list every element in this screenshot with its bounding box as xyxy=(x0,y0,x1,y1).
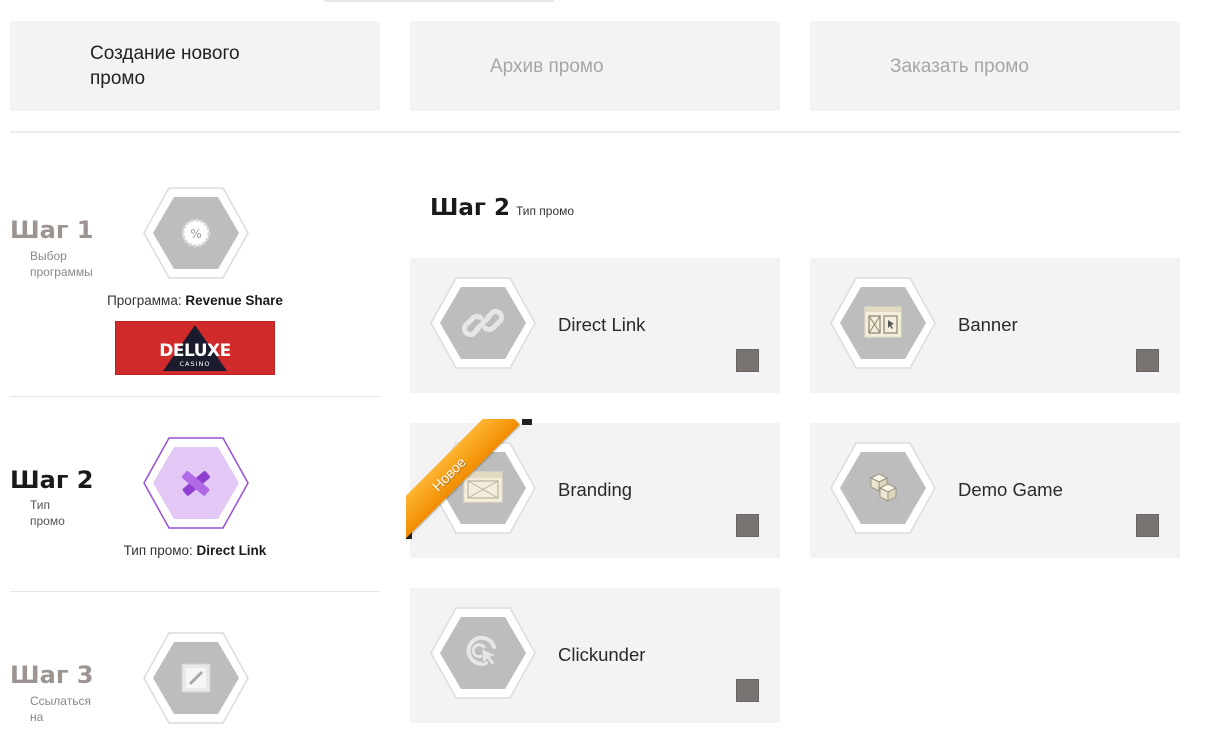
link-square-icon xyxy=(181,663,211,693)
banner-icon xyxy=(830,277,936,374)
step-1-caption: Программа: Revenue Share xyxy=(45,293,345,308)
promo-card-label: Branding xyxy=(558,479,633,500)
promo-card-checkbox[interactable] xyxy=(1136,349,1159,372)
promo-card-demo-game[interactable]: Demo Game xyxy=(810,423,1180,558)
promo-card-direct-link[interactable]: Direct Link xyxy=(410,258,780,393)
tabs-divider xyxy=(10,131,1180,133)
step-2-caption-label: Тип промо: xyxy=(123,543,193,558)
step-1-title: Шаг 1 xyxy=(10,216,94,244)
percent-badge-icon: % xyxy=(181,218,211,248)
step-2-subtitle: Тип промо xyxy=(30,498,65,528)
deluxe-casino-logo: DELUXE CASINO xyxy=(115,321,275,375)
tab-create-promo[interactable]: Создание нового промо xyxy=(10,21,380,111)
cubes-icon xyxy=(830,442,936,539)
step-2-title: Шаг 2 xyxy=(10,466,94,494)
link-icon xyxy=(430,277,536,374)
step-1-hexagon[interactable]: % xyxy=(143,187,249,279)
promo-card-checkbox[interactable] xyxy=(1136,514,1159,537)
branding-icon xyxy=(430,442,536,539)
promo-card-checkbox[interactable] xyxy=(736,349,759,372)
top-divider xyxy=(324,0,554,2)
step-2-caption-value: Direct Link xyxy=(196,543,267,558)
step-3-hexagon[interactable] xyxy=(143,632,249,724)
step-1-caption-value: Revenue Share xyxy=(185,293,283,308)
svg-text:%: % xyxy=(190,227,201,241)
step-1-subtitle: Выбор программы xyxy=(30,249,93,279)
promo-card-label: Direct Link xyxy=(558,314,646,335)
step-1-caption-label: Программа: xyxy=(107,293,182,308)
tab-promo-archive-label: Архив промо xyxy=(490,55,604,77)
main-step-title: Шаг 2 xyxy=(430,195,510,221)
promo-card-branding[interactable]: Branding xyxy=(410,423,780,558)
promo-card-checkbox[interactable] xyxy=(736,679,759,702)
svg-text:CASINO: CASINO xyxy=(179,360,210,368)
step-3-title: Шаг 3 xyxy=(10,661,94,689)
promo-card-label: Clickunder xyxy=(558,644,646,665)
tab-promo-archive[interactable]: Архив промо xyxy=(410,21,780,111)
main-step-subtitle: Тип промо xyxy=(515,204,575,218)
main-step-heading: Шаг 2 Тип промо xyxy=(430,195,574,221)
promo-card-label: Banner xyxy=(958,314,1018,335)
promo-card-label: Demo Game xyxy=(958,479,1063,500)
tab-order-promo-label: Заказать промо xyxy=(890,55,1029,77)
tab-order-promo[interactable]: Заказать промо xyxy=(810,21,1180,111)
step-2-caption: Тип промо: Direct Link xyxy=(45,543,345,558)
step-separator xyxy=(10,591,380,592)
promo-card-clickunder[interactable]: Clickunder xyxy=(410,588,780,723)
promo-card-banner[interactable]: Banner xyxy=(810,258,1180,393)
promo-card-checkbox[interactable] xyxy=(736,514,759,537)
step-2-hexagon[interactable] xyxy=(143,437,249,529)
step-3-subtitle: Ссылаться на xyxy=(30,694,91,724)
svg-text:DELUXE: DELUXE xyxy=(159,341,230,361)
tab-create-promo-label: Создание нового промо xyxy=(90,43,240,89)
cursor-click-icon xyxy=(430,607,536,704)
step-separator xyxy=(10,396,380,397)
